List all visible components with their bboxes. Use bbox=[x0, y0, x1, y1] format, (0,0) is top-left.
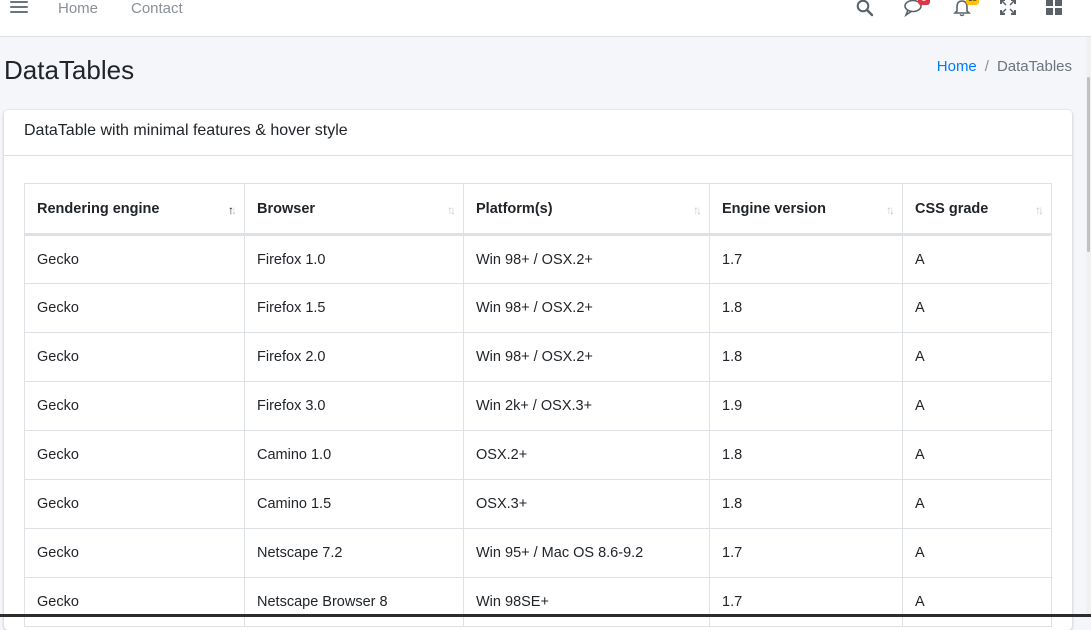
cell-css-grade: A bbox=[902, 528, 1052, 578]
card-body: Rendering engine ↑↓ Browser ↑↓ Platform(… bbox=[4, 156, 1072, 627]
cell-browser: Firefox 3.0 bbox=[244, 381, 464, 431]
column-header-rendering-engine[interactable]: Rendering engine ↑↓ bbox=[24, 183, 245, 236]
cell-engine-version: 1.9 bbox=[709, 381, 903, 431]
cell-platforms: OSX.3+ bbox=[463, 479, 710, 529]
cell-rendering-engine: Gecko bbox=[24, 577, 245, 627]
page-title: DataTables bbox=[4, 55, 135, 85]
cell-engine-version: 1.8 bbox=[709, 430, 903, 480]
cell-engine-version: 1.7 bbox=[709, 577, 903, 627]
cell-platforms: Win 98+ / OSX.2+ bbox=[463, 234, 710, 284]
cell-platforms: Win 98+ / OSX.2+ bbox=[463, 332, 710, 382]
search-icon[interactable] bbox=[856, 0, 878, 19]
page-scrollbar[interactable] bbox=[1086, 37, 1091, 617]
table-row: Gecko Firefox 1.5 Win 98+ / OSX.2+ 1.8 A bbox=[24, 283, 1052, 333]
column-header-css-grade[interactable]: CSS grade ↑↓ bbox=[902, 183, 1052, 236]
cell-css-grade: A bbox=[902, 234, 1052, 284]
table-row: Gecko Camino 1.5 OSX.3+ 1.8 A bbox=[24, 479, 1052, 529]
table-body: Gecko Firefox 1.0 Win 98+ / OSX.2+ 1.7 A Geck… bbox=[24, 234, 1052, 627]
cell-rendering-engine: Gecko bbox=[24, 430, 245, 480]
cell-browser: Camino 1.5 bbox=[244, 479, 464, 529]
column-header-label: Rendering engine bbox=[37, 200, 160, 217]
hamburger-menu-icon[interactable] bbox=[10, 1, 28, 17]
cell-engine-version: 1.7 bbox=[709, 234, 903, 284]
cell-browser: Netscape Browser 8 bbox=[244, 577, 464, 627]
column-header-label: Engine version bbox=[722, 200, 826, 217]
table-row: Gecko Firefox 3.0 Win 2k+ / OSX.3+ 1.9 A bbox=[24, 381, 1052, 431]
column-header-label: Platform(s) bbox=[476, 200, 553, 217]
cell-css-grade: A bbox=[902, 283, 1052, 333]
cell-css-grade: A bbox=[902, 577, 1052, 627]
notifications-badge: 15 bbox=[966, 0, 979, 5]
fullscreen-icon[interactable] bbox=[1000, 0, 1022, 19]
cell-browser: Firefox 1.5 bbox=[244, 283, 464, 333]
nav-link-home[interactable]: Home bbox=[58, 0, 98, 17]
sort-icon: ↑↓ bbox=[1035, 203, 1044, 217]
cell-css-grade: A bbox=[902, 479, 1052, 529]
cell-platforms: Win 2k+ / OSX.3+ bbox=[463, 381, 710, 431]
cell-platforms: Win 95+ / Mac OS 8.6-9.2 bbox=[463, 528, 710, 578]
cell-platforms: OSX.2+ bbox=[463, 430, 710, 480]
cell-rendering-engine: Gecko bbox=[24, 283, 245, 333]
cell-rendering-engine: Gecko bbox=[24, 332, 245, 382]
sort-icon: ↑↓ bbox=[447, 203, 456, 217]
breadcrumb-home-link[interactable]: Home bbox=[937, 58, 977, 75]
cell-browser: Firefox 2.0 bbox=[244, 332, 464, 382]
breadcrumb-current: DataTables bbox=[996, 58, 1072, 75]
table-row: Gecko Firefox 2.0 Win 98+ / OSX.2+ 1.8 A bbox=[24, 332, 1052, 382]
data-table: Rendering engine ↑↓ Browser ↑↓ Platform(… bbox=[24, 183, 1052, 627]
cell-engine-version: 1.8 bbox=[709, 479, 903, 529]
cell-rendering-engine: Gecko bbox=[24, 381, 245, 431]
cell-platforms: Win 98+ / OSX.2+ bbox=[463, 283, 710, 333]
breadcrumb: Home / DataTables bbox=[937, 58, 1072, 75]
top-navbar: Home Contact 3 15 bbox=[0, 0, 1091, 37]
table-row: Gecko Netscape 7.2 Win 95+ / Mac OS 8.6-9.… bbox=[24, 528, 1052, 578]
table-row: Gecko Netscape Browser 8 Win 98SE+ 1.7 A bbox=[24, 577, 1052, 627]
table-row: Gecko Camino 1.0 OSX.2+ 1.8 A bbox=[24, 430, 1052, 480]
control-sidebar-grid-icon[interactable] bbox=[1046, 0, 1068, 19]
table-header-row: Rendering engine ↑↓ Browser ↑↓ Platform(… bbox=[24, 183, 1052, 236]
messages-icon[interactable]: 3 bbox=[904, 0, 930, 19]
nav-link-contact[interactable]: Contact bbox=[131, 0, 183, 17]
column-header-browser[interactable]: Browser ↑↓ bbox=[244, 183, 464, 236]
column-header-platforms[interactable]: Platform(s) ↑↓ bbox=[463, 183, 710, 236]
cell-css-grade: A bbox=[902, 381, 1052, 431]
cell-platforms: Win 98SE+ bbox=[463, 577, 710, 627]
cell-rendering-engine: Gecko bbox=[24, 234, 245, 284]
sort-icon: ↑↓ bbox=[886, 203, 895, 217]
datatable-card: DataTable with minimal features & hover … bbox=[4, 110, 1072, 630]
table-row: Gecko Firefox 1.0 Win 98+ / OSX.2+ 1.7 A bbox=[24, 234, 1052, 284]
sort-icon: ↑↓ bbox=[693, 203, 702, 217]
cell-rendering-engine: Gecko bbox=[24, 479, 245, 529]
cell-engine-version: 1.7 bbox=[709, 528, 903, 578]
cell-engine-version: 1.8 bbox=[709, 283, 903, 333]
cell-css-grade: A bbox=[902, 430, 1052, 480]
sort-ascending-icon: ↑↓ bbox=[228, 203, 237, 217]
cell-engine-version: 1.8 bbox=[709, 332, 903, 382]
card-title: DataTable with minimal features & hover … bbox=[4, 110, 1072, 156]
cell-browser: Netscape 7.2 bbox=[244, 528, 464, 578]
column-header-label: Browser bbox=[257, 200, 316, 217]
column-header-engine-version[interactable]: Engine version ↑↓ bbox=[709, 183, 903, 236]
cell-browser: Firefox 1.0 bbox=[244, 234, 464, 284]
cell-css-grade: A bbox=[902, 332, 1052, 382]
cell-browser: Camino 1.0 bbox=[244, 430, 464, 480]
notifications-bell-icon[interactable]: 15 bbox=[953, 0, 979, 19]
cell-rendering-engine: Gecko bbox=[24, 528, 245, 578]
column-header-label: CSS grade bbox=[915, 200, 989, 217]
breadcrumb-separator: / bbox=[984, 58, 989, 75]
scrollbar-thumb[interactable] bbox=[1087, 77, 1090, 252]
messages-badge: 3 bbox=[918, 0, 930, 5]
